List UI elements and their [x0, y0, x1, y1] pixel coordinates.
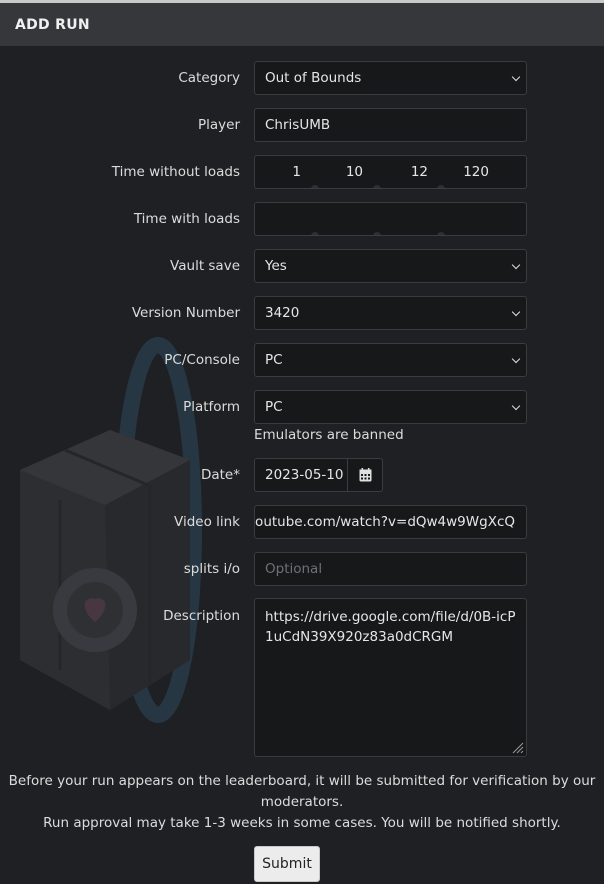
- milliseconds-input[interactable]: 120: [451, 156, 489, 188]
- platform-help-text: Emulators are banned: [254, 427, 404, 443]
- player-value: ChrisUMB: [265, 117, 331, 133]
- chevron-down-icon: [511, 72, 521, 82]
- category-row: Category Out of Bounds: [0, 61, 604, 95]
- hours-input[interactable]: [255, 203, 301, 235]
- platform-label: Platform: [183, 399, 240, 415]
- minutes-input[interactable]: [325, 203, 363, 235]
- vault-save-row: Vault save Yes: [0, 249, 604, 283]
- splits-placeholder: Optional: [265, 561, 323, 577]
- separator: [311, 185, 319, 188]
- platform-select[interactable]: PC: [254, 390, 527, 424]
- description-label: Description: [163, 608, 240, 624]
- resize-handle-icon[interactable]: [510, 740, 524, 754]
- player-row: Player ChrisUMB: [0, 108, 604, 142]
- version-number-row: Version Number 3420: [0, 296, 604, 330]
- separator: [373, 232, 381, 235]
- platform-row: Platform PC: [0, 390, 604, 424]
- splits-row: splits i/o Optional: [0, 552, 604, 586]
- separator: [437, 185, 445, 188]
- notice-line: Run approval may take 1-3 weeks in some …: [43, 815, 561, 831]
- chevron-down-icon: [511, 354, 521, 364]
- chevron-down-icon: [511, 260, 521, 270]
- submit-button[interactable]: Submit: [254, 846, 320, 882]
- date-label: Date*: [200, 467, 240, 483]
- pc-console-row: PC/Console PC: [0, 343, 604, 377]
- time-with-loads-label: Time with loads: [133, 211, 240, 227]
- player-label: Player: [197, 117, 240, 133]
- notice-line: Before your run appears on the leaderboa…: [8, 773, 596, 789]
- pc-console-value: PC: [265, 352, 283, 368]
- version-number-value: 3420: [265, 305, 300, 321]
- vault-save-label: Vault save: [170, 258, 240, 274]
- description-textarea[interactable]: https://drive.google.com/file/d/0B-icP1u…: [254, 598, 527, 757]
- seconds-input[interactable]: [390, 203, 428, 235]
- separator: [437, 232, 445, 235]
- version-number-select[interactable]: 3420: [254, 296, 527, 330]
- separator: [311, 232, 319, 235]
- chevron-down-icon: [511, 307, 521, 317]
- video-link-input[interactable]: https://www.youtube.com/watch?v=dQw4w9Wg…: [254, 505, 527, 539]
- minutes-input[interactable]: 10: [325, 156, 363, 188]
- splits-input[interactable]: Optional: [254, 552, 527, 586]
- milliseconds-input[interactable]: [451, 203, 489, 235]
- version-number-label: Version Number: [131, 305, 240, 321]
- date-value: 2023-05-10: [265, 467, 344, 483]
- time-without-loads-row: Time without loads 1 10 12 120: [0, 155, 604, 189]
- description-value: https://drive.google.com/file/d/0B-icP1u…: [265, 609, 516, 645]
- calendar-icon: [359, 468, 371, 482]
- time-with-loads-row: Time with loads: [0, 202, 604, 236]
- vault-save-value: Yes: [265, 258, 287, 274]
- separator: [373, 185, 381, 188]
- category-value: Out of Bounds: [265, 70, 362, 86]
- pc-console-select[interactable]: PC: [254, 343, 527, 377]
- verification-notice: Before your run appears on the leaderboa…: [0, 771, 604, 834]
- video-link-value: https://www.youtube.com/watch?v=dQw4w9Wg…: [255, 514, 515, 530]
- platform-value: PC: [265, 399, 283, 415]
- date-input[interactable]: 2023-05-10: [254, 458, 348, 492]
- category-select[interactable]: Out of Bounds: [254, 61, 527, 95]
- time-with-loads-field: [254, 202, 527, 236]
- notice-line: moderators.: [260, 794, 344, 810]
- chevron-down-icon: [511, 401, 521, 411]
- time-without-loads-field: 1 10 12 120: [254, 155, 527, 189]
- video-link-row: Video link https://www.youtube.com/watch…: [0, 505, 604, 539]
- video-link-label: Video link: [174, 514, 240, 530]
- date-row: Date* 2023-05-10: [0, 458, 604, 492]
- calendar-button[interactable]: [347, 458, 383, 492]
- page-title: ADD RUN: [15, 16, 90, 33]
- hours-input[interactable]: 1: [255, 156, 301, 188]
- seconds-input[interactable]: 12: [390, 156, 428, 188]
- panel-header: ADD RUN: [0, 3, 604, 46]
- category-label: Category: [178, 70, 240, 86]
- splits-label: splits i/o: [183, 561, 240, 577]
- player-input[interactable]: ChrisUMB: [254, 108, 527, 142]
- pc-console-label: PC/Console: [164, 352, 240, 368]
- vault-save-select[interactable]: Yes: [254, 249, 527, 283]
- time-without-loads-label: Time without loads: [111, 164, 240, 180]
